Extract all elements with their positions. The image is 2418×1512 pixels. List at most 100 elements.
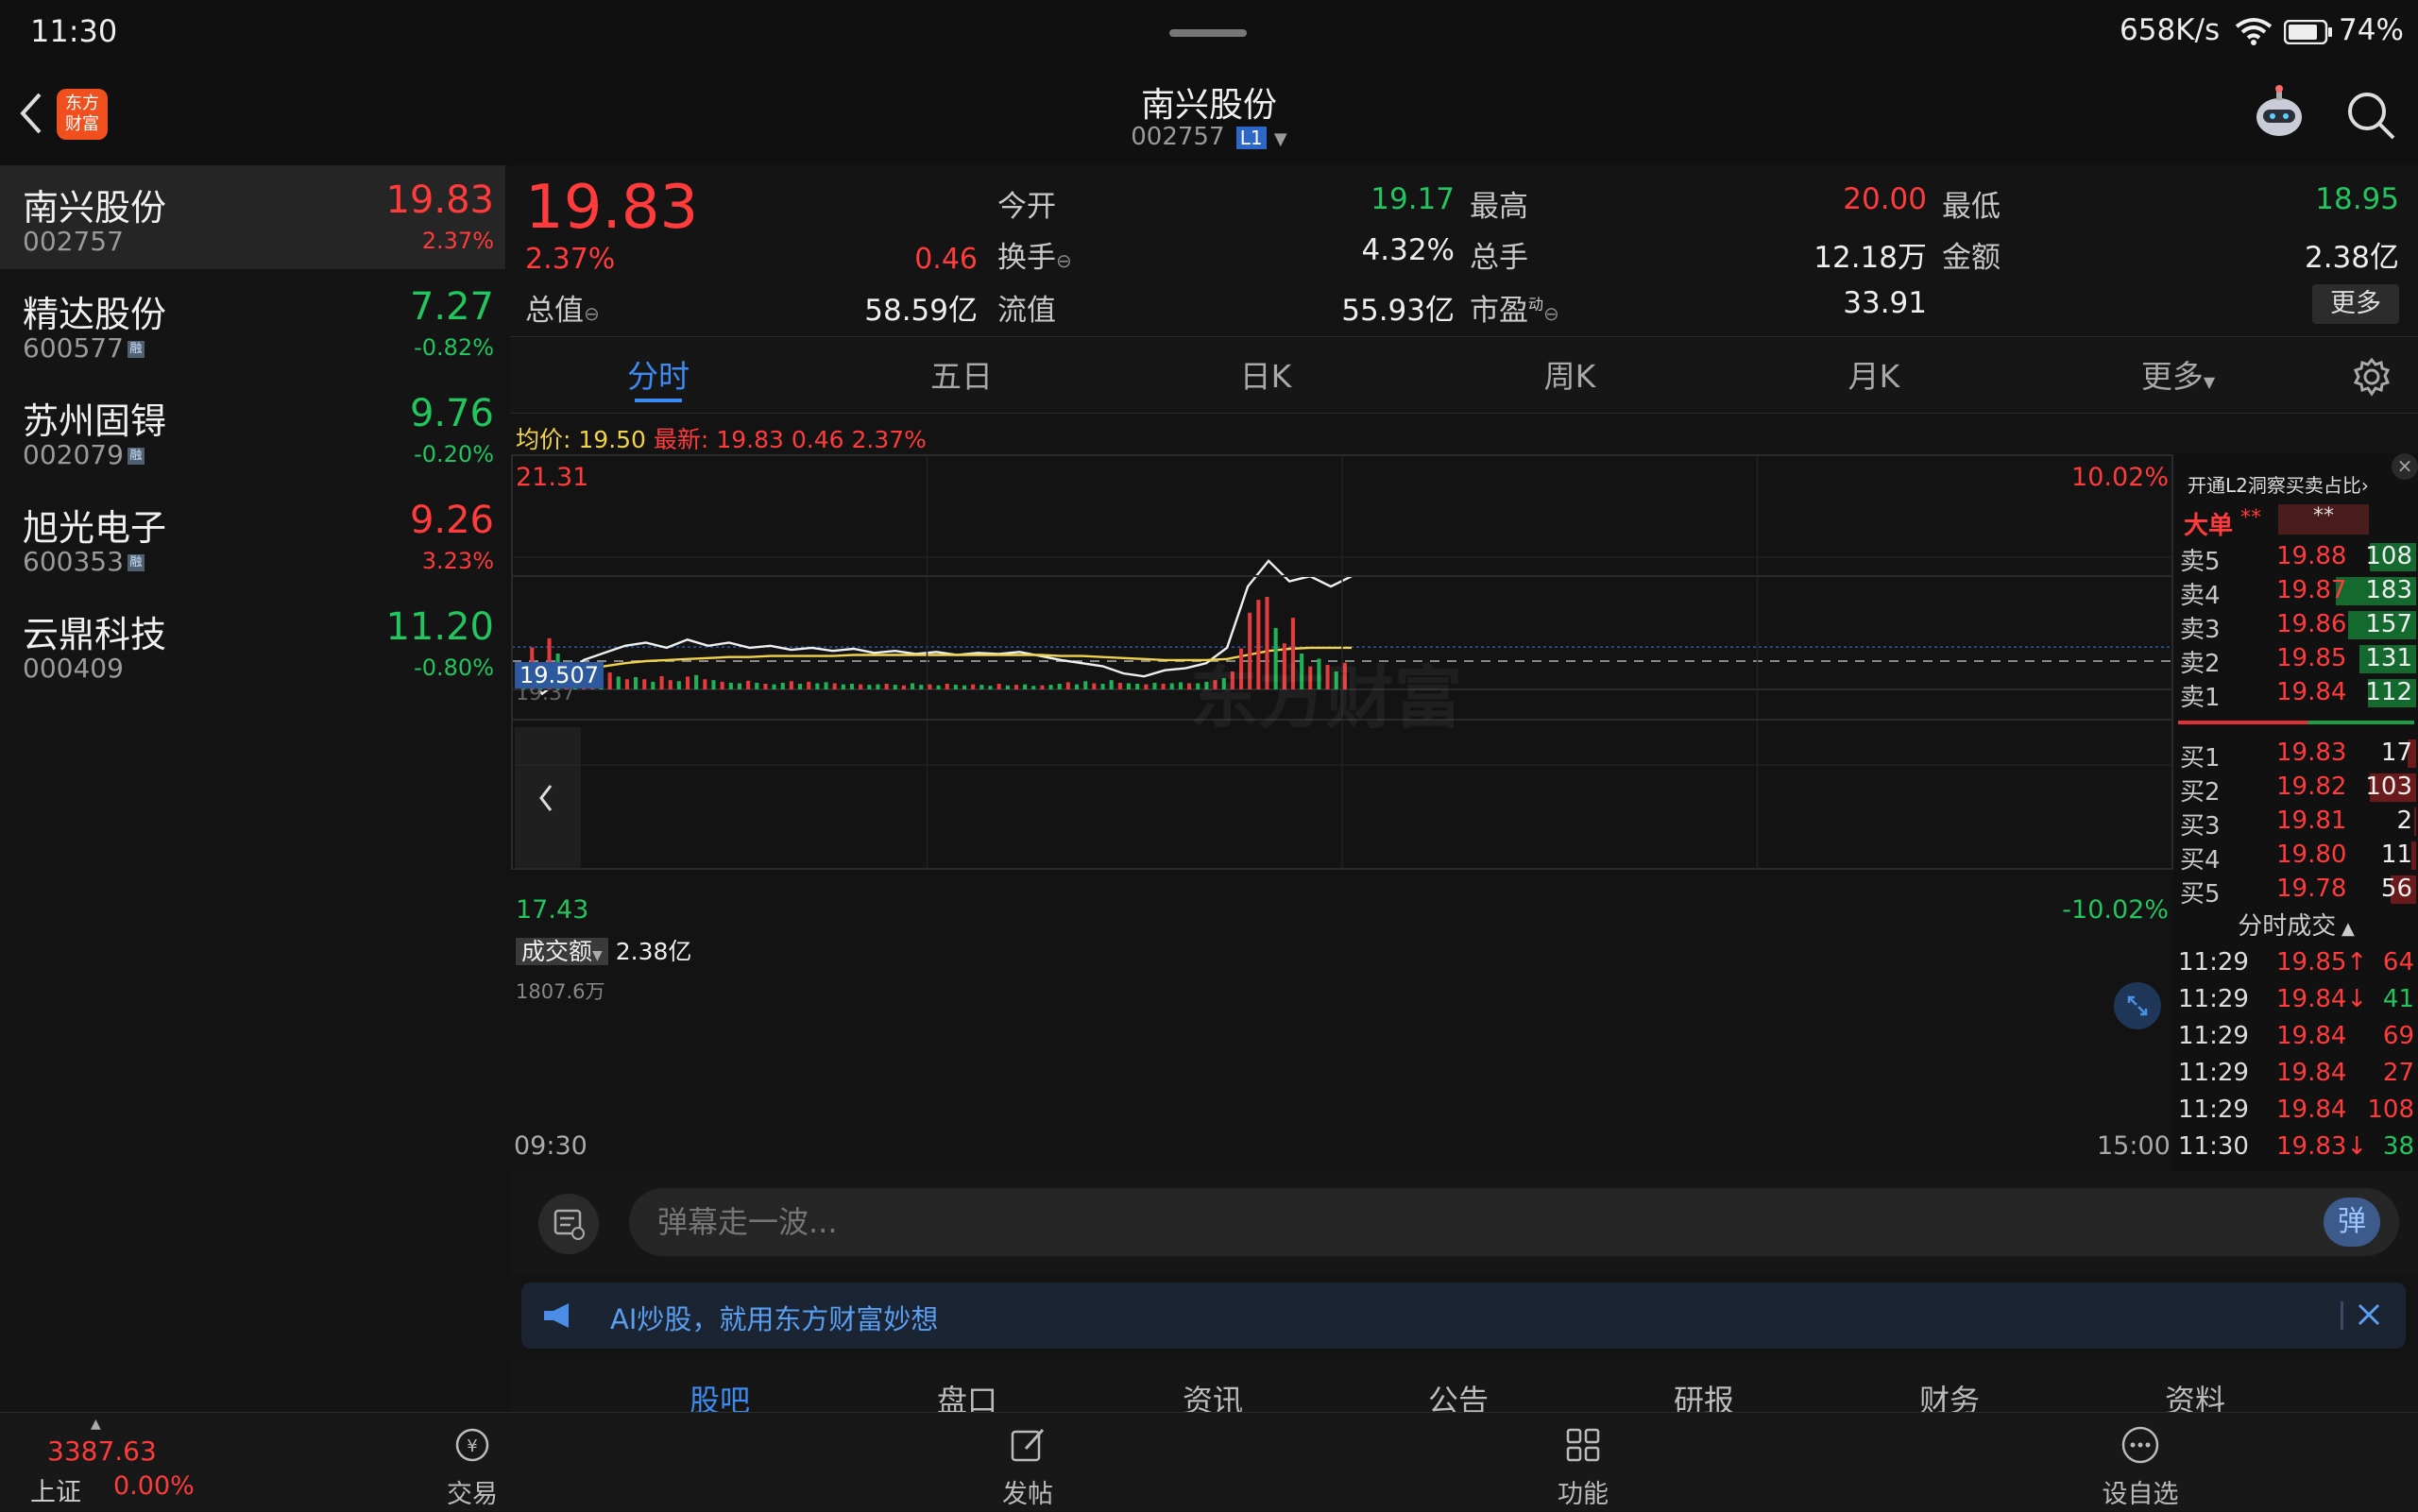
stock-change-pct: 3.23% bbox=[421, 548, 494, 574]
stock-price: 9.26 bbox=[409, 499, 494, 542]
volume-metric-select[interactable]: 成交额▼ bbox=[516, 938, 608, 965]
watchlist-item[interactable]: 苏州固锝 002079 融 9.76 -0.20% bbox=[0, 379, 505, 483]
watchlist-item[interactable]: 精达股份 600577 融 7.27 -0.82% bbox=[0, 272, 505, 376]
volume-bar bbox=[849, 684, 854, 689]
info-icon[interactable]: ⊖ bbox=[1543, 302, 1559, 325]
volume-bar bbox=[1048, 685, 1053, 689]
nav-functions[interactable]: 功能 bbox=[1507, 1413, 1659, 1512]
volume-bar bbox=[686, 676, 690, 689]
volume-bar bbox=[1013, 685, 1018, 689]
chevron-left-icon[interactable] bbox=[515, 727, 581, 869]
high-value: 20.00 bbox=[1843, 182, 1927, 216]
volume-bar bbox=[979, 685, 984, 689]
danmu-input[interactable] bbox=[629, 1188, 2399, 1256]
danmu-list-icon[interactable] bbox=[538, 1194, 599, 1254]
ask-row[interactable]: 卖4 19.87 183 bbox=[2174, 574, 2418, 610]
stock-price: 11.20 bbox=[385, 605, 494, 649]
x-end-label: 15:00 bbox=[2097, 1131, 2171, 1161]
order-price: 19.84 bbox=[2276, 678, 2347, 706]
ask-row[interactable]: 卖5 19.88 108 bbox=[2174, 540, 2418, 576]
volume-bar bbox=[772, 684, 776, 689]
y-min-label: 17.43 bbox=[516, 895, 589, 925]
tick-row: 11:30 19.83↓ 38 bbox=[2174, 1130, 2418, 1166]
info-icon[interactable]: ⊖ bbox=[1056, 249, 1072, 272]
order-price: 19.83 bbox=[2276, 739, 2347, 767]
tab-weekly-k[interactable]: 周K bbox=[1475, 351, 1664, 397]
index-ticker[interactable]: ▲ 3387.63 上证 0.00% bbox=[0, 1413, 195, 1512]
nav-add-watchlist[interactable]: 设自选 bbox=[2065, 1413, 2216, 1512]
low-value: 18.95 bbox=[2315, 182, 2399, 216]
watchlist-item[interactable]: 南兴股份 002757 19.83 2.37% bbox=[0, 165, 505, 269]
order-volume: 56 bbox=[2380, 875, 2412, 903]
watchlist-item[interactable]: 云鼎科技 000409 11.20 -0.80% bbox=[0, 592, 505, 696]
bid-row[interactable]: 买1 19.83 17 bbox=[2174, 737, 2418, 773]
caret-up-icon: ▲ bbox=[91, 1417, 101, 1432]
ask-row[interactable]: 卖1 19.84 112 bbox=[2174, 676, 2418, 712]
search-icon[interactable] bbox=[2344, 89, 2397, 142]
volume-bar bbox=[711, 680, 716, 689]
volume-bar bbox=[996, 684, 1001, 689]
info-icon[interactable]: ⊖ bbox=[584, 302, 600, 325]
more-button[interactable]: 更多 bbox=[2312, 284, 2399, 324]
stock-price: 7.27 bbox=[409, 285, 494, 329]
volume-bar bbox=[616, 676, 621, 689]
drag-handle[interactable] bbox=[1169, 29, 1247, 37]
volume-bar bbox=[876, 684, 880, 689]
tab-timeshare[interactable]: 分时 bbox=[564, 351, 753, 397]
order-volume: 103 bbox=[2365, 773, 2412, 801]
robot-assistant-icon[interactable] bbox=[2248, 83, 2310, 145]
nav-trade[interactable]: ¥ 交易 bbox=[397, 1413, 548, 1512]
stock-code-row[interactable]: 002757 L1 ▼ bbox=[1020, 123, 1398, 151]
stock-code-row: 600577 融 bbox=[23, 332, 145, 364]
battery-icon bbox=[2283, 19, 2333, 45]
l2-promo-link[interactable]: 开通L2洞察买卖占比› bbox=[2188, 470, 2369, 498]
tick-time: 11:29 bbox=[2178, 985, 2249, 1013]
svg-text:¥: ¥ bbox=[467, 1436, 477, 1456]
close-icon[interactable]: × bbox=[2392, 453, 2418, 480]
back-icon[interactable] bbox=[15, 87, 49, 140]
promo-notice[interactable]: AI炒股，就用东方财富妙想 bbox=[521, 1283, 2406, 1349]
order-volume: 17 bbox=[2380, 739, 2412, 767]
tab-monthly-k[interactable]: 月K bbox=[1779, 351, 1968, 397]
total-value-label: 总值⊖ bbox=[525, 294, 600, 328]
close-icon[interactable] bbox=[2350, 1296, 2388, 1334]
intraday-chart[interactable] bbox=[510, 453, 2174, 1171]
turnover-label: 换手⊖ bbox=[997, 241, 1072, 275]
bid-row[interactable]: 买4 19.80 11 bbox=[2174, 839, 2418, 875]
volume-bar bbox=[1135, 684, 1140, 689]
expand-icon[interactable] bbox=[2114, 982, 2161, 1029]
big-order-label: 大单 bbox=[2184, 512, 2234, 540]
bid-row[interactable]: 买5 19.78 56 bbox=[2174, 873, 2418, 909]
order-volume: 183 bbox=[2365, 576, 2412, 604]
margin-badge: 融 bbox=[127, 341, 145, 358]
watchlist-item[interactable]: 旭光电子 600353 融 9.26 3.23% bbox=[0, 485, 505, 589]
tab-five-day[interactable]: 五日 bbox=[867, 351, 1056, 397]
high-label: 最高 bbox=[1470, 190, 1528, 224]
tick-volume: 27 bbox=[2382, 1059, 2414, 1087]
tab-more[interactable]: 更多▼ bbox=[2084, 351, 2273, 397]
order-label: 卖2 bbox=[2180, 650, 2221, 678]
ticks-title[interactable]: 分时成交 ▲ bbox=[2174, 907, 2418, 942]
danmu-toggle-button[interactable]: 弹 bbox=[2324, 1198, 2380, 1247]
bid-row[interactable]: 买3 19.81 2 bbox=[2174, 805, 2418, 841]
pct-min-label: -10.02% bbox=[2062, 895, 2169, 925]
volume-bar bbox=[755, 683, 759, 689]
tab-daily-k[interactable]: 日K bbox=[1171, 351, 1360, 397]
volume-bar bbox=[798, 684, 803, 689]
settings-gear-icon[interactable] bbox=[2352, 357, 2392, 397]
tick-time: 11:29 bbox=[2178, 1022, 2249, 1050]
ask-row[interactable]: 卖2 19.85 131 bbox=[2174, 642, 2418, 678]
volume-bar bbox=[737, 683, 741, 689]
volume-bar bbox=[624, 679, 629, 689]
stock-change-pct: 2.37% bbox=[421, 228, 494, 254]
tick-time: 11:29 bbox=[2178, 1096, 2249, 1124]
app-logo[interactable]: 东方财富 bbox=[57, 89, 108, 140]
bid-row[interactable]: 买2 19.82 103 bbox=[2174, 771, 2418, 807]
volume-bar bbox=[1161, 684, 1166, 689]
ask-row[interactable]: 卖3 19.86 157 bbox=[2174, 608, 2418, 644]
volume-bar bbox=[694, 674, 699, 689]
volume-bar bbox=[1083, 681, 1088, 689]
nav-post[interactable]: 发帖 bbox=[952, 1413, 1103, 1512]
volume-bar bbox=[988, 686, 993, 689]
total-value: 58.59亿 bbox=[864, 294, 978, 328]
